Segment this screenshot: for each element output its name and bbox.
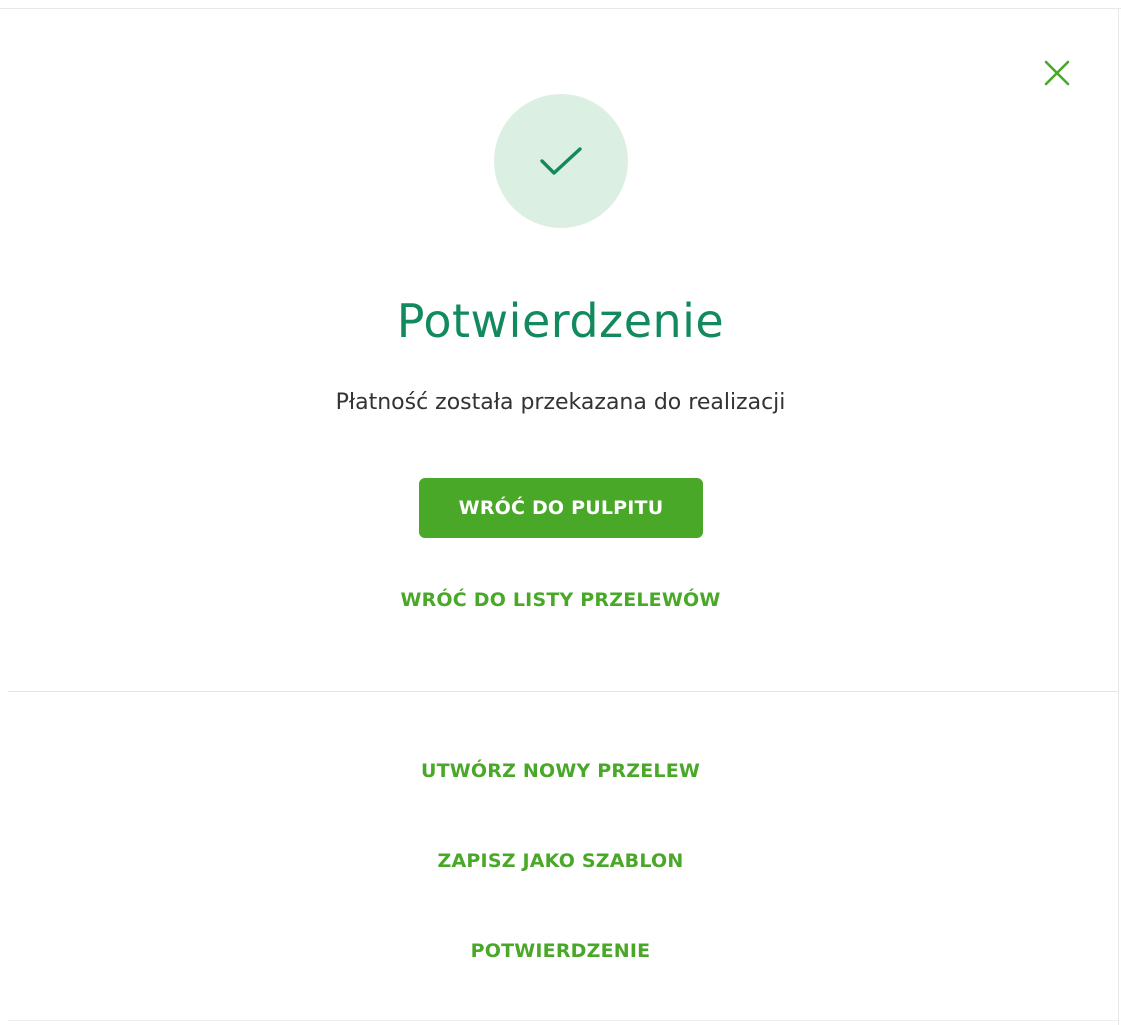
back-to-dashboard-button[interactable]: WRÓĆ DO PULPITU — [419, 478, 703, 538]
dialog-bottom-border — [8, 1020, 1118, 1021]
close-icon — [1044, 60, 1070, 86]
status-message: Płatność została przekazana do realizacj… — [335, 390, 786, 415]
checkmark-icon — [540, 147, 582, 175]
success-indicator — [494, 94, 628, 228]
back-to-transfers-list-link[interactable]: WRÓĆ DO LISTY PRZELEWÓW — [0, 585, 1121, 615]
section-divider — [8, 691, 1118, 692]
create-new-transfer-link[interactable]: UTWÓRZ NOWY PRZELEW — [0, 756, 1121, 786]
confirmation-dialog: Potwierdzenie Płatność została przekazan… — [0, 0, 1121, 1025]
dialog-title: Potwierdzenie — [396, 294, 725, 348]
confirmation-document-link[interactable]: POTWIERDZENIE — [0, 936, 1121, 966]
dialog-top-border — [0, 8, 1121, 9]
close-button[interactable] — [1040, 56, 1074, 90]
save-as-template-link[interactable]: ZAPISZ JAKO SZABLON — [0, 846, 1121, 876]
